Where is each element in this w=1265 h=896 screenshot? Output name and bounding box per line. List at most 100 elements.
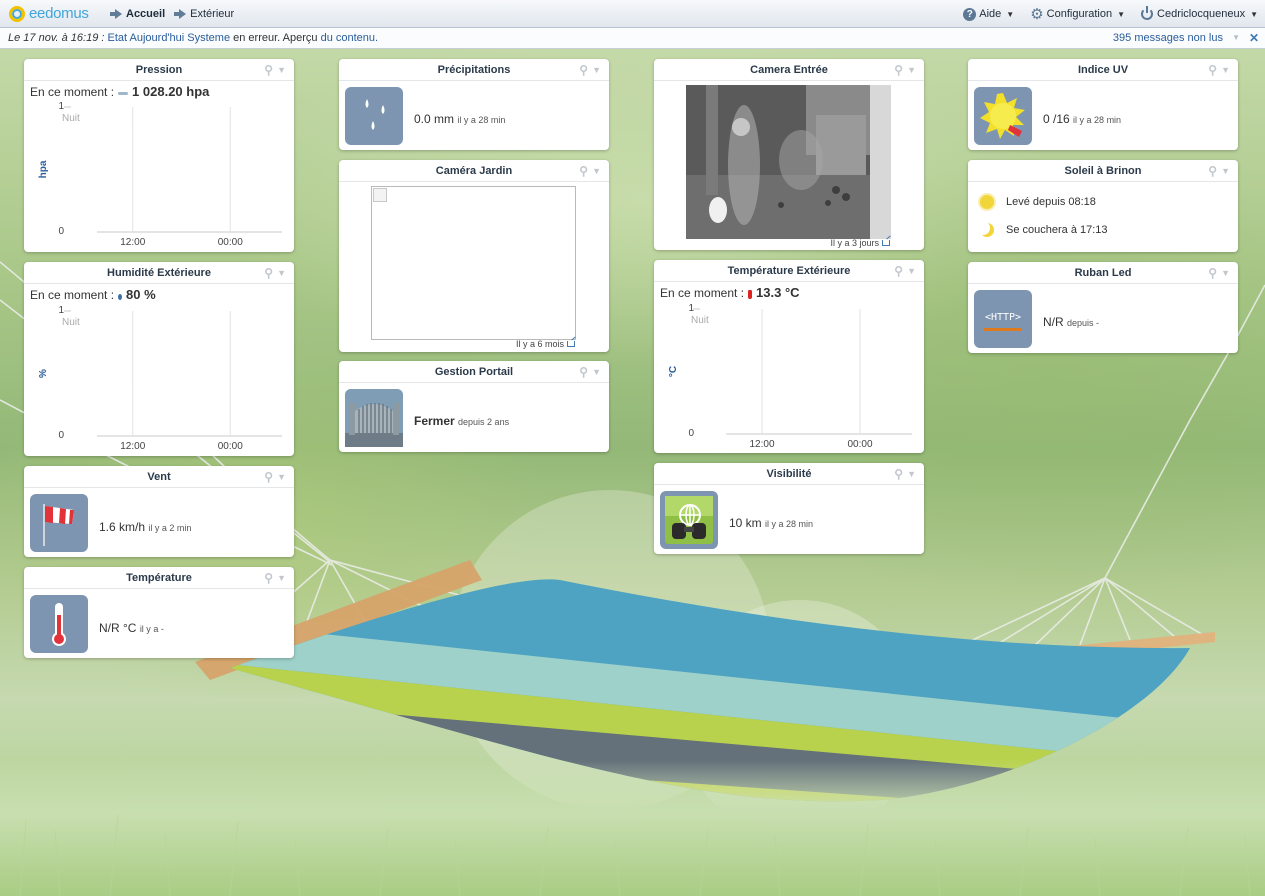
- camera-entree-footer[interactable]: Il y a 3 jours: [830, 238, 890, 248]
- key-icon[interactable]: ⚲: [579, 361, 588, 383]
- widget-temperature: Température ⚲ ▼ N/R °C il y a -: [24, 567, 294, 658]
- camera-jardin-image-placeholder[interactable]: [371, 186, 576, 340]
- broken-image-icon: [373, 188, 387, 202]
- temperature-value: N/R °C: [99, 621, 137, 635]
- widget-header: Camera Entrée ⚲ ▼: [654, 59, 924, 81]
- widget-header: Caméra Jardin ⚲ ▼: [339, 160, 609, 182]
- binoculars-icon[interactable]: [660, 491, 718, 549]
- chevron-down-icon[interactable]: ▼: [1221, 59, 1230, 81]
- windsock-icon[interactable]: [30, 494, 88, 552]
- key-icon[interactable]: ⚲: [579, 59, 588, 81]
- chevron-down-icon[interactable]: ▼: [592, 361, 601, 383]
- gate-icon[interactable]: [345, 389, 403, 447]
- pression-chart[interactable]: 12:00 00:00 1 0 Nuit hpa: [24, 59, 294, 252]
- camera-entree-time: Il y a 3 jours: [830, 238, 879, 248]
- chevron-down-icon[interactable]: ▼: [1221, 160, 1230, 182]
- widget-header: Soleil à Brinon ⚲ ▼: [968, 160, 1238, 182]
- chevron-down-icon[interactable]: ▼: [592, 160, 601, 182]
- sunset-row: Se couchera à 17:13: [980, 223, 1108, 237]
- configuration-menu[interactable]: ⚙ Configuration ▼: [1030, 5, 1126, 23]
- notification-link-etat[interactable]: Etat Aujourd'hui Systeme: [108, 32, 231, 44]
- widget-title: Indice UV: [1077, 64, 1129, 76]
- chevron-down-icon: ▼: [1250, 9, 1258, 19]
- camera-jardin-footer[interactable]: Il y a 6 mois: [516, 339, 575, 349]
- http-icon-bar: [984, 328, 1022, 331]
- chevron-down-icon[interactable]: ▼: [592, 59, 601, 81]
- portail-since: depuis 2 ans: [458, 417, 510, 427]
- widget-gestion-portail: Gestion Portail ⚲ ▼ Fermer depuis 2 ans: [339, 361, 609, 452]
- widget-title: Température: [126, 572, 192, 584]
- user-menu[interactable]: Cedriclocqueneux ▼: [1141, 6, 1258, 20]
- camera-jardin-time: Il y a 6 mois: [515, 339, 564, 349]
- widget-title: Vent: [147, 471, 171, 483]
- arrow-right-icon: [110, 8, 122, 19]
- widget-camera-entree: Camera Entrée ⚲ ▼ Il y a 3 jours: [654, 59, 924, 250]
- camera-entree-image[interactable]: [686, 85, 891, 239]
- uv-sun-icon[interactable]: [974, 87, 1032, 145]
- nav-accueil-label: Accueil: [126, 7, 166, 20]
- key-icon[interactable]: ⚲: [1208, 262, 1217, 284]
- chevron-down-icon: ▼: [1117, 9, 1126, 19]
- power-icon: [1141, 6, 1154, 20]
- sun-icon: [980, 195, 994, 209]
- widget-tools: ⚲ ▼: [579, 160, 601, 182]
- widget-precipitations: Précipitations ⚲ ▼ 0.0 mm il y a 28 min: [339, 59, 609, 150]
- widget-camera-jardin: Caméra Jardin ⚲ ▼ Il y a 6 mois: [339, 160, 609, 352]
- key-icon[interactable]: ⚲: [1208, 160, 1217, 182]
- widget-temperature-exterieure: Température Extérieure ⚲ ▼ En ce moment …: [654, 260, 924, 453]
- widget-title: Soleil à Brinon: [1064, 165, 1142, 177]
- chevron-down-icon[interactable]: ▼: [277, 567, 286, 589]
- y-tick-label: 1: [58, 101, 64, 112]
- http-icon-text: <HTTP>: [984, 312, 1022, 323]
- logo-ring-icon: [9, 5, 25, 22]
- chevron-down-icon[interactable]: ▼: [1232, 28, 1240, 48]
- humidite-chart[interactable]: 12:00 00:00 1 0 Nuit%: [24, 262, 294, 456]
- night-band-label: Nuit: [691, 315, 709, 326]
- widget-humidite-exterieure: Humidité Extérieure ⚲ ▼ En ce moment : 8…: [24, 262, 294, 456]
- key-icon[interactable]: ⚲: [1208, 59, 1217, 81]
- chevron-down-icon[interactable]: ▼: [1221, 262, 1230, 284]
- widget-tools: ⚲ ▼: [579, 361, 601, 383]
- chevron-down-icon[interactable]: ▼: [907, 463, 916, 485]
- unread-messages-link[interactable]: 395 messages non lus: [1113, 28, 1223, 48]
- help-menu[interactable]: ? Aide ▼: [963, 7, 1014, 21]
- close-icon[interactable]: ✕: [1249, 28, 1259, 48]
- http-icon[interactable]: <HTTP>: [974, 290, 1032, 348]
- widget-title: Gestion Portail: [434, 366, 514, 378]
- nav-accueil[interactable]: Accueil: [109, 8, 165, 20]
- chevron-down-icon[interactable]: ▼: [907, 59, 916, 81]
- widget-header: Précipitations ⚲ ▼: [339, 59, 609, 81]
- thermometer-icon[interactable]: [30, 595, 88, 653]
- x-tick-label: 00:00: [218, 441, 243, 452]
- eedomus-logo[interactable]: eedomus: [9, 5, 101, 22]
- key-icon[interactable]: ⚲: [579, 160, 588, 182]
- widget-header: Gestion Portail ⚲ ▼: [339, 361, 609, 383]
- widget-soleil: Soleil à Brinon ⚲ ▼ Levé depuis 08:18 Se…: [968, 160, 1238, 252]
- widget-title: Précipitations: [437, 64, 511, 76]
- y-axis-label: %: [38, 369, 49, 378]
- widget-pression: Pression ⚲ ▼ En ce moment : 1 028.20 hpa…: [24, 59, 294, 252]
- key-icon[interactable]: ⚲: [894, 463, 903, 485]
- chevron-down-icon[interactable]: ▼: [277, 466, 286, 488]
- precipitations-since: il y a 28 min: [457, 115, 506, 125]
- widget-value: Fermer depuis 2 ans: [414, 414, 509, 428]
- temperature-exterieure-chart[interactable]: 12:00 00:00 1 0 Nuit °C: [654, 260, 924, 453]
- widget-value: 0.0 mm il y a 28 min: [414, 112, 505, 126]
- sunrise-row: Levé depuis 08:18: [980, 195, 1096, 209]
- key-icon[interactable]: ⚲: [264, 567, 273, 589]
- nav-exterieur-label: Extérieur: [190, 7, 235, 20]
- notification-link-contenu[interactable]: du contenu.: [321, 32, 379, 44]
- visibilite-since: il y a 28 min: [765, 519, 814, 529]
- notification-date: Le 17 nov. à 16:19 :: [8, 32, 105, 44]
- nav-exterieur[interactable]: Extérieur: [173, 8, 234, 20]
- widget-tools: ⚲ ▼: [264, 466, 286, 488]
- y-tick-label: 0: [58, 226, 64, 237]
- rain-drops-icon[interactable]: [345, 87, 403, 145]
- widget-value: 1.6 km/h il y a 2 min: [99, 520, 191, 534]
- key-icon[interactable]: ⚲: [894, 59, 903, 81]
- widget-title: Ruban Led: [1074, 267, 1132, 279]
- gear-icon: ⚙: [1030, 5, 1044, 23]
- key-icon[interactable]: ⚲: [264, 466, 273, 488]
- sunset-text: Se couchera à 17:13: [1006, 224, 1108, 236]
- ruban-led-value: N/R: [1043, 315, 1064, 329]
